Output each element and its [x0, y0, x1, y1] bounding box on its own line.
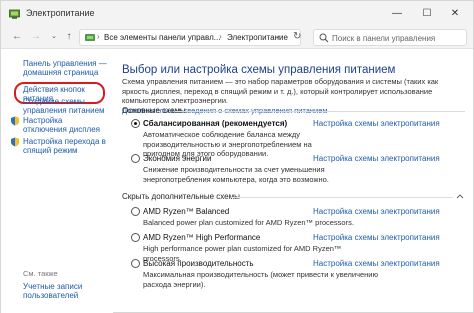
- forward-button[interactable]: →: [29, 29, 43, 45]
- sidebar-item-sleep[interactable]: Настройка перехода в спящий режим: [23, 137, 107, 155]
- section-divider: [231, 197, 453, 198]
- back-button[interactable]: ←: [10, 29, 24, 45]
- power-options-window: Электропитание — ☐ ✕ ← → ⌄ ↑ › Все элеме…: [0, 0, 474, 313]
- plan-desc-power-saver: Снижение производительности за счет умен…: [143, 165, 329, 184]
- user-accounts-link[interactable]: Учетные записи пользователей: [23, 282, 103, 300]
- recent-locations-button[interactable]: ⌄: [47, 29, 61, 45]
- change-plan-link-high-performance[interactable]: Настройка схемы электропитания: [313, 259, 440, 268]
- change-plan-link-amd-balanced[interactable]: Настройка схемы электропитания: [313, 207, 440, 216]
- breadcrumb-all-items[interactable]: Все элементы панели управл...: [104, 33, 220, 42]
- sidebar-item-create-plan[interactable]: Создание схемы управления питанием: [23, 97, 107, 115]
- window-title: Электропитание: [26, 8, 95, 18]
- shield-icon: [11, 137, 19, 147]
- control-panel-icon: [85, 34, 95, 41]
- change-plan-link-balanced[interactable]: Настройка схемы электропитания: [313, 119, 440, 128]
- chevron-up-icon[interactable]: [456, 193, 464, 199]
- plan-name-balanced[interactable]: Сбалансированная (рекомендуется): [143, 119, 287, 128]
- plan-name-amd-balanced[interactable]: AMD Ryzen™ Balanced: [143, 207, 229, 216]
- plan-name-high-performance[interactable]: Высокая производительность: [143, 259, 254, 268]
- change-plan-link-amd-high-performance[interactable]: Настройка схемы электропитания: [313, 233, 440, 242]
- sidebar-item-display-off[interactable]: Настройка отключения дисплея: [23, 116, 107, 134]
- search-input[interactable]: [332, 32, 462, 44]
- plan-radio-amd-high-performance[interactable]: [131, 233, 140, 242]
- close-button[interactable]: ✕: [444, 5, 466, 23]
- plan-radio-power-saver[interactable]: [131, 154, 140, 163]
- breadcrumb-separator: ›: [97, 32, 100, 41]
- page-title: Выбор или настройка схемы управления пит…: [122, 64, 396, 76]
- plan-radio-balanced[interactable]: [131, 119, 140, 128]
- address-dropdown-button[interactable]: ⌄: [275, 32, 281, 40]
- up-button[interactable]: ↑: [62, 29, 76, 45]
- control-panel-home-link[interactable]: Панель управления — домашняя страница: [23, 59, 107, 77]
- main-content: Выбор или настройка схемы управления пит…: [113, 50, 473, 313]
- plan-name-power-saver[interactable]: Экономия энергии: [143, 154, 211, 163]
- search-box[interactable]: [313, 29, 467, 46]
- plan-radio-high-performance[interactable]: [131, 259, 140, 268]
- left-pane: Панель управления — домашняя страница Де…: [1, 50, 113, 313]
- plan-desc-amd-balanced: Balanced power plan customized for AMD R…: [143, 218, 354, 227]
- section-divider: [175, 111, 465, 112]
- title-bar[interactable]: Электропитание — ☐ ✕: [1, 1, 473, 27]
- breadcrumb[interactable]: › Все элементы панели управл... › Электр…: [79, 29, 301, 46]
- search-icon: [319, 33, 329, 43]
- refresh-button[interactable]: ↻: [293, 31, 301, 42]
- power-options-icon: [9, 9, 20, 19]
- additional-plans-heading[interactable]: Скрыть дополнительные схемы: [122, 192, 240, 201]
- plan-name-amd-high-performance[interactable]: AMD Ryzen™ High Performance: [143, 233, 260, 242]
- plan-desc-high-performance: Максимальная производительность (может п…: [143, 270, 379, 289]
- address-bar: ← → ⌄ ↑ › Все элементы панели управл... …: [1, 27, 473, 49]
- plan-radio-amd-balanced[interactable]: [131, 207, 140, 216]
- maximize-button[interactable]: ☐: [416, 5, 438, 23]
- description-text: Схема управления питанием — это набор па…: [122, 77, 439, 105]
- minimize-button[interactable]: —: [386, 5, 408, 23]
- shield-icon: [11, 116, 19, 126]
- change-plan-link-power-saver[interactable]: Настройка схемы электропитания: [313, 154, 440, 163]
- see-also-heading: См. также: [23, 269, 58, 278]
- breadcrumb-separator: ›: [219, 32, 222, 41]
